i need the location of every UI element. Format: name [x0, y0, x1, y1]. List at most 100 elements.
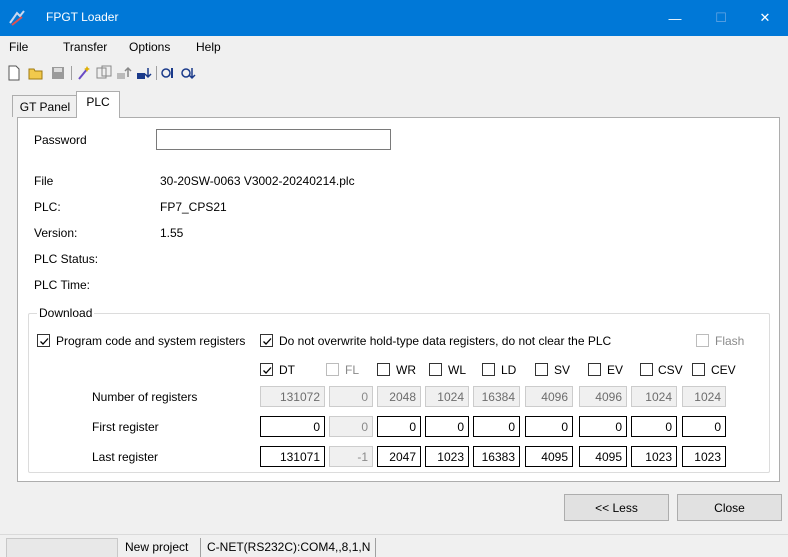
fl-checkbox[interactable] [326, 363, 339, 376]
dt-first[interactable]: 0 [260, 416, 325, 437]
sv-label: SV [554, 363, 571, 377]
menu-help[interactable]: Help [196, 40, 221, 54]
program-code-checkbox[interactable] [37, 334, 50, 347]
sv-count: 4096 [525, 386, 573, 407]
csv-count: 1024 [631, 386, 677, 407]
ev-last[interactable]: 4095 [579, 446, 627, 467]
plc-panel: Password File 30-20SW-0063 V3002-2024021… [17, 117, 780, 482]
version-value: 1.55 [160, 226, 184, 240]
upload-icon[interactable] [116, 65, 132, 81]
sv-last[interactable]: 4095 [525, 446, 573, 467]
wl-last[interactable]: 1023 [425, 446, 469, 467]
cev-label: CEV [711, 363, 736, 377]
dt-checkbox[interactable] [260, 363, 273, 376]
tab-gt-panel[interactable]: GT Panel [12, 95, 78, 117]
csv-checkbox[interactable] [640, 363, 653, 376]
save-icon[interactable] [50, 65, 66, 81]
minimize-button[interactable]: — [652, 0, 698, 36]
menu-transfer[interactable]: Transfer [63, 40, 107, 54]
wr-count: 2048 [377, 386, 421, 407]
file-value: 30-20SW-0063 V3002-20240214.plc [160, 174, 355, 188]
flash-checkbox[interactable] [696, 334, 709, 347]
fl-count: 0 [329, 386, 373, 407]
status-divider [375, 538, 376, 557]
status-connection: C-NET(RS232C):COM4,,8,1,N [207, 540, 371, 554]
csv-label: CSV [658, 363, 683, 377]
plc-label: PLC: [34, 200, 61, 214]
file-label: File [34, 174, 54, 188]
cev-last[interactable]: 1023 [682, 446, 726, 467]
wr-last[interactable]: 2047 [377, 446, 421, 467]
menu-bar: File Transfer Options Help [0, 36, 788, 58]
wl-count: 1024 [425, 386, 469, 407]
wl-checkbox[interactable] [429, 363, 442, 376]
cev-count: 1024 [682, 386, 726, 407]
download-group: Download Program code and system registe… [28, 306, 770, 473]
cev-first[interactable]: 0 [682, 416, 726, 437]
ev-first[interactable]: 0 [579, 416, 627, 437]
new-icon[interactable] [6, 65, 22, 81]
dt-label: DT [279, 363, 295, 377]
toolbar-separator [156, 66, 157, 80]
ld-first[interactable]: 0 [473, 416, 520, 437]
ev-checkbox[interactable] [588, 363, 601, 376]
status-divider [200, 538, 201, 557]
title-bar[interactable]: FPGT Loader — ☐ ✕ [0, 0, 788, 36]
ld-label: LD [501, 363, 517, 377]
fl-label: FL [345, 363, 360, 377]
ld-checkbox[interactable] [482, 363, 495, 376]
ld-last[interactable]: 16383 [473, 446, 520, 467]
toolbar-separator [71, 66, 72, 80]
csv-last[interactable]: 1023 [631, 446, 677, 467]
toolbar [0, 60, 788, 86]
cev-checkbox[interactable] [692, 363, 705, 376]
fl-first: 0 [329, 416, 373, 437]
app-icon [9, 10, 25, 26]
wand-icon[interactable] [76, 65, 92, 81]
ev-label: EV [607, 363, 624, 377]
write-plc-icon[interactable] [180, 65, 196, 81]
ld-count: 16384 [473, 386, 520, 407]
no-overwrite-checkbox[interactable] [260, 334, 273, 347]
wl-label: WL [448, 363, 466, 377]
sv-first[interactable]: 0 [525, 416, 573, 437]
last-register-label: Last register [92, 450, 159, 464]
less-button[interactable]: << Less [564, 494, 669, 521]
download-icon[interactable] [136, 65, 152, 81]
compare-icon[interactable] [96, 65, 112, 81]
version-label: Version: [34, 226, 78, 240]
plc-time-label: PLC Time: [34, 278, 91, 292]
ev-count: 4096 [579, 386, 627, 407]
number-of-registers-label: Number of registers [92, 390, 198, 404]
plc-status-label: PLC Status: [34, 252, 99, 266]
close-button[interactable]: Close [677, 494, 782, 521]
dt-count: 131072 [260, 386, 325, 407]
flash-label: Flash [715, 334, 745, 348]
close-window-button[interactable]: ✕ [742, 0, 788, 36]
sv-checkbox[interactable] [535, 363, 548, 376]
wr-label: WR [396, 363, 416, 377]
plc-value: FP7_CPS21 [160, 200, 227, 214]
status-project: New project [125, 540, 189, 554]
tab-plc[interactable]: PLC [76, 91, 120, 118]
fl-last: -1 [329, 446, 373, 467]
wl-first[interactable]: 0 [425, 416, 469, 437]
password-input[interactable] [156, 129, 391, 150]
password-label: Password [34, 133, 87, 147]
wr-checkbox[interactable] [377, 363, 390, 376]
menu-options[interactable]: Options [129, 40, 170, 54]
status-bar: New project C-NET(RS232C):COM4,,8,1,N [0, 534, 788, 557]
window-title: FPGT Loader [46, 10, 119, 24]
csv-first[interactable]: 0 [631, 416, 677, 437]
first-register-label: First register [92, 420, 159, 434]
status-pane-progress [6, 538, 118, 557]
no-overwrite-label: Do not overwrite hold-type data register… [279, 334, 612, 348]
menu-file[interactable]: File [9, 40, 28, 54]
download-group-title: Download [37, 306, 95, 320]
read-plc-icon[interactable] [160, 65, 176, 81]
maximize-button[interactable]: ☐ [698, 0, 744, 36]
wr-first[interactable]: 0 [377, 416, 421, 437]
program-code-label: Program code and system registers [56, 334, 246, 348]
dt-last[interactable]: 131071 [260, 446, 325, 467]
open-icon[interactable] [28, 65, 44, 81]
